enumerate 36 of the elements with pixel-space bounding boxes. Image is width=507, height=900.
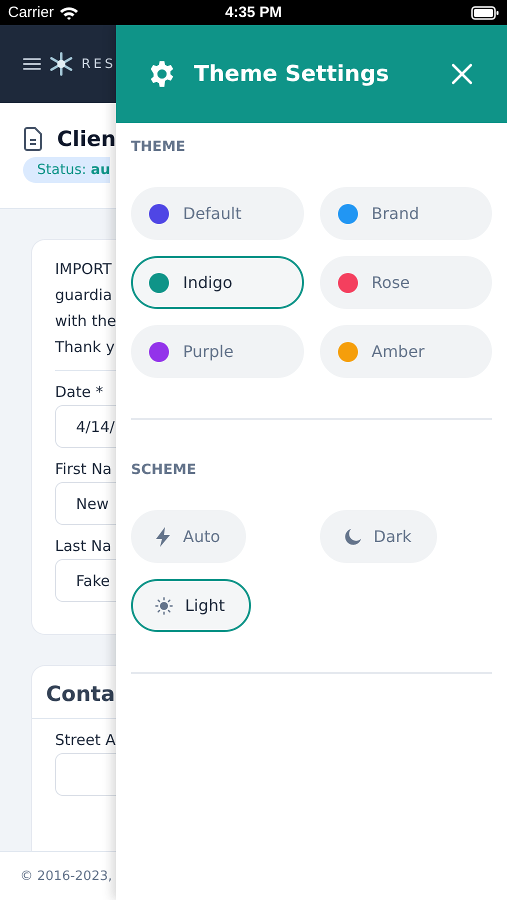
battery-icon	[471, 6, 499, 20]
theme-option[interactable]: Purple	[131, 325, 304, 378]
close-icon[interactable]	[451, 63, 473, 85]
notice-text: IMPORT	[55, 259, 113, 280]
menu-icon[interactable]	[23, 56, 41, 72]
field-label: First Na	[55, 460, 113, 478]
field-label: Last Na	[55, 537, 112, 555]
notice-text: guardia	[55, 285, 114, 306]
section-heading: THEME	[131, 139, 186, 155]
theme-option[interactable]: Indigo	[131, 256, 304, 309]
clock-time: 4:35 PM	[225, 4, 282, 21]
settings-icon	[148, 60, 176, 88]
snowflake-logo-icon	[48, 49, 74, 79]
status-badge: Status: au	[23, 157, 110, 183]
lightning-icon	[155, 526, 171, 546]
section-heading: SCHEME	[131, 462, 198, 478]
field-label: Street A	[55, 731, 116, 749]
notice-text: Thank y	[55, 337, 116, 358]
scheme-option[interactable]: Light	[131, 579, 251, 632]
notice-text: with the	[55, 311, 116, 332]
brand-name: RES	[82, 56, 116, 72]
scheme-option[interactable]: Dark	[320, 510, 438, 563]
theme-option[interactable]: Amber	[320, 325, 492, 378]
field-label: Date *	[55, 383, 104, 401]
theme-option[interactable]: Rose	[320, 256, 492, 309]
page-title: Clien	[56, 127, 116, 151]
moon-icon	[344, 528, 362, 546]
scheme-option[interactable]: Auto	[131, 510, 246, 563]
sun-icon	[155, 596, 173, 614]
carrier-name: Carrier	[8, 4, 54, 21]
copyright-text: © 2016-2023,	[20, 868, 112, 884]
theme-option[interactable]: Brand	[320, 187, 492, 240]
document-icon	[23, 127, 43, 151]
theme-option[interactable]: Default	[131, 187, 304, 240]
wifi-icon	[58, 6, 79, 20]
drawer-title: Theme Settings	[194, 62, 389, 86]
